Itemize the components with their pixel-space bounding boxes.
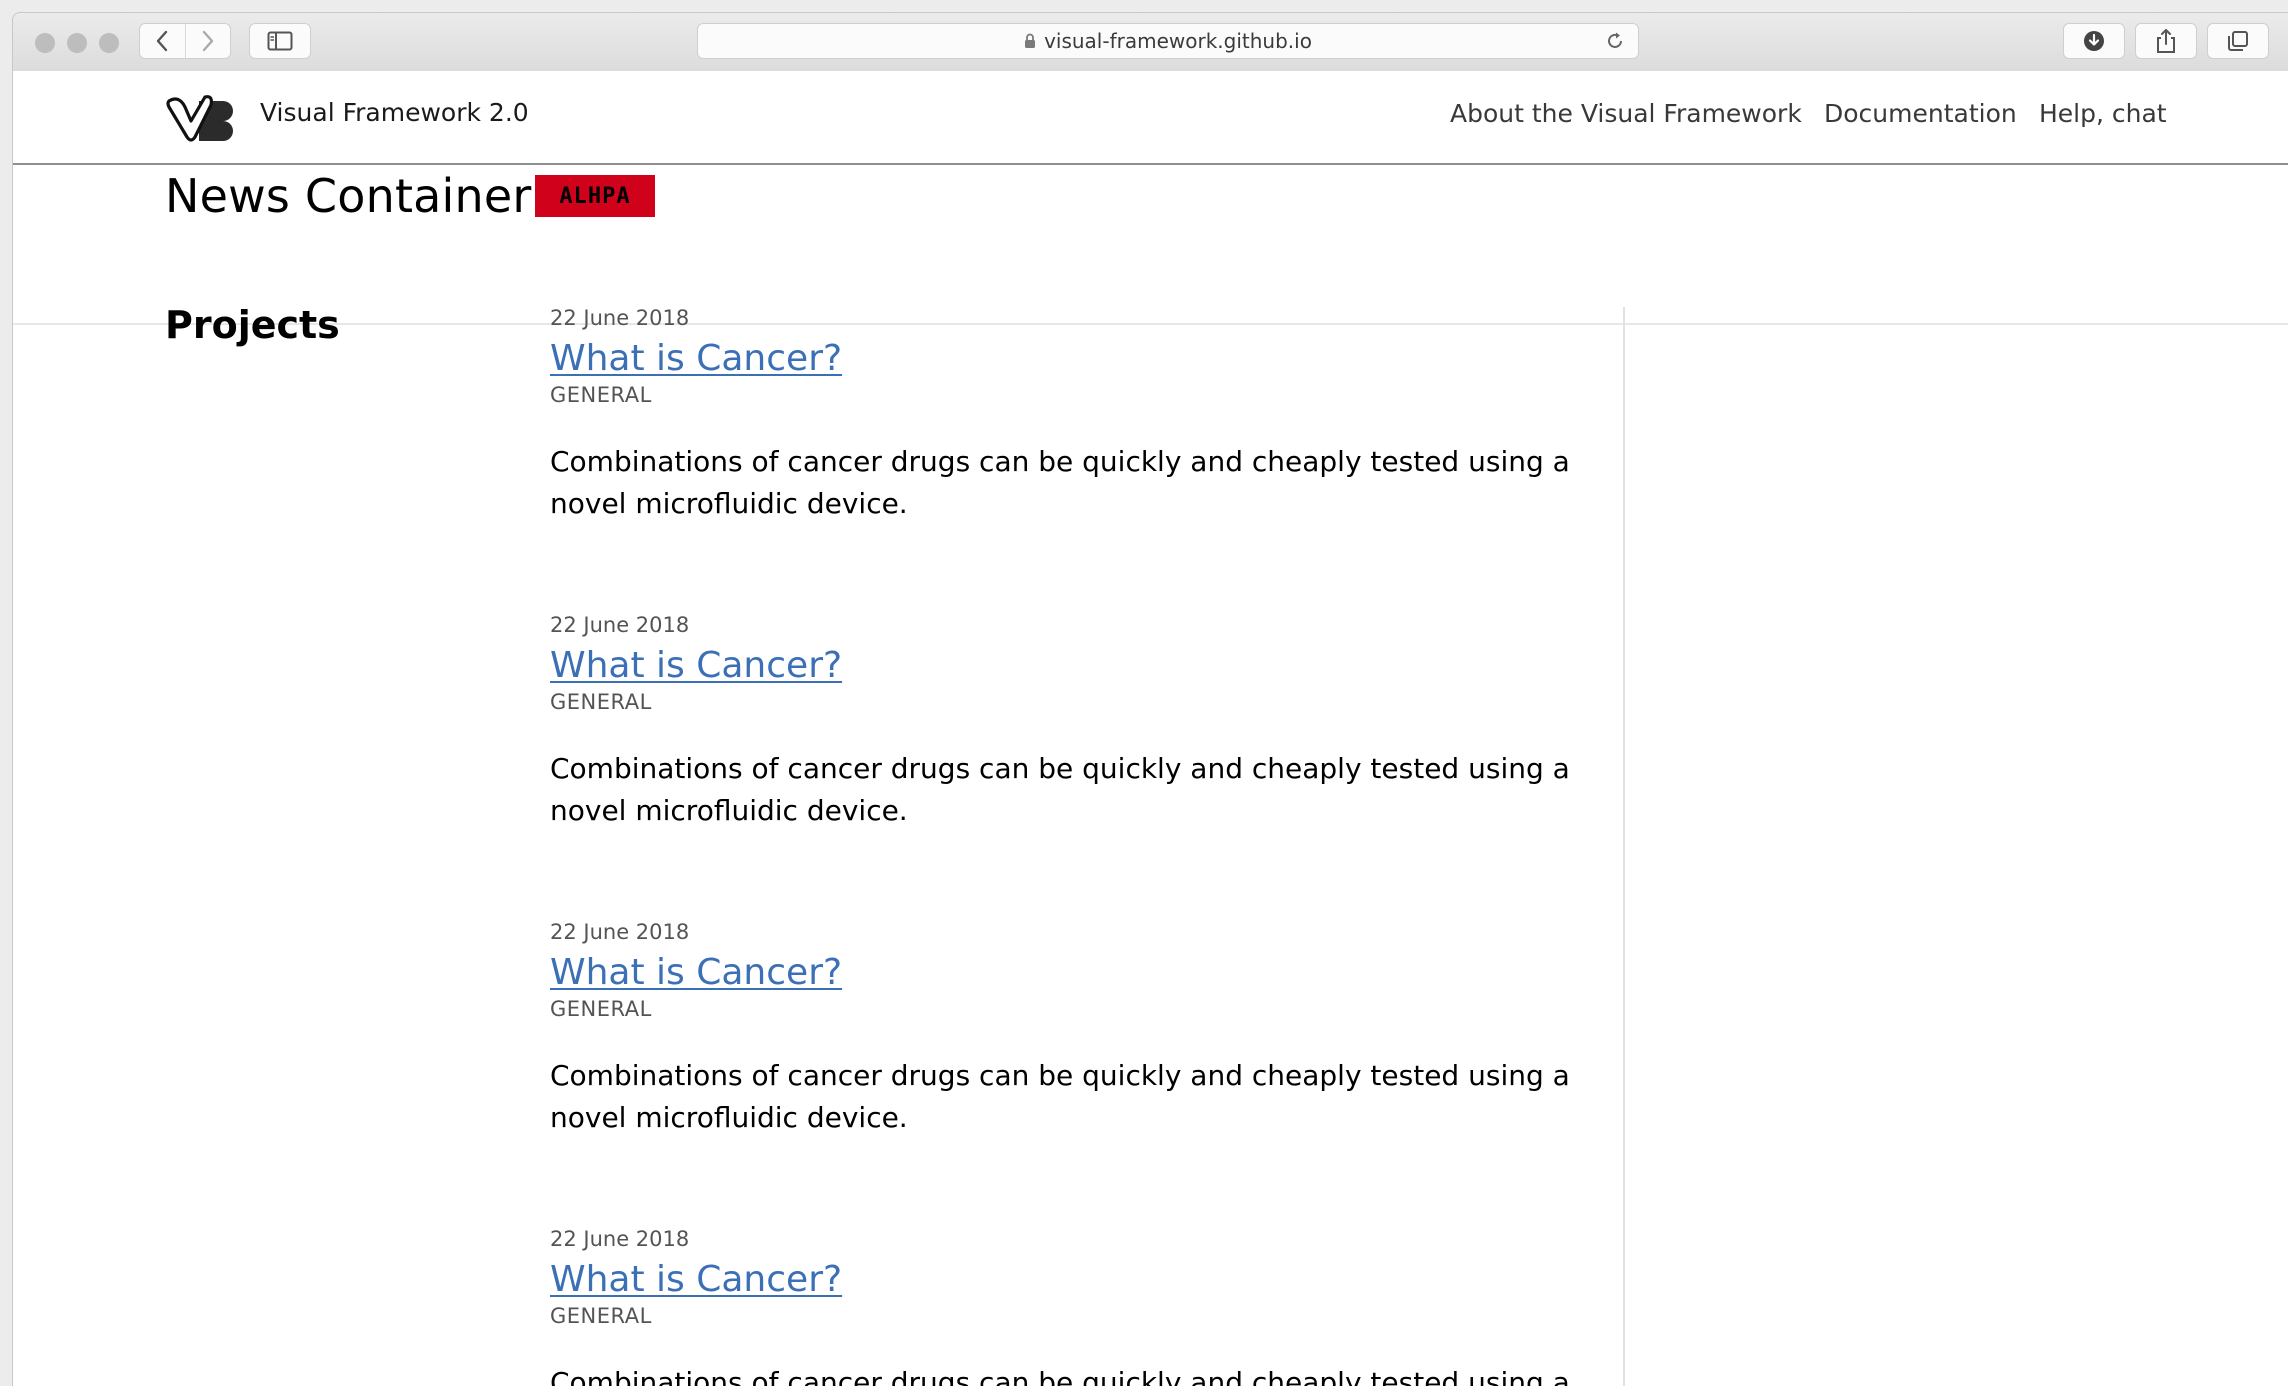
news-category: GENERAL	[550, 383, 652, 407]
news-date: 22 June 2018	[550, 613, 690, 637]
news-date: 22 June 2018	[550, 306, 690, 330]
sidebar-icon	[267, 31, 293, 51]
news-headline-link[interactable]: What is Cancer?	[550, 338, 842, 379]
address-bar[interactable]: visual-framework.github.io	[697, 23, 1639, 59]
news-date: 22 June 2018	[550, 1227, 690, 1251]
news-item: 22 June 2018 What is Cancer? GENERAL Com…	[550, 306, 1610, 525]
news-date: 22 June 2018	[550, 920, 690, 944]
nav-link-about[interactable]: About the Visual Framework	[1450, 99, 1802, 128]
chevron-right-icon	[202, 30, 213, 52]
site-name[interactable]: Visual Framework 2.0	[260, 98, 529, 127]
news-item: 22 June 2018 What is Cancer? GENERAL Com…	[550, 613, 1610, 832]
download-icon	[2084, 31, 2104, 51]
news-summary: Combinations of cancer drugs can be quic…	[550, 752, 1570, 827]
vf-logo-icon[interactable]	[165, 91, 237, 143]
nav-link-help[interactable]: Help, chat	[2039, 99, 2167, 128]
news-summary: Combinations of cancer drugs can be quic…	[550, 1059, 1570, 1134]
share-icon	[2157, 29, 2175, 53]
zoom-window-button[interactable]	[99, 33, 119, 53]
news-headline-link[interactable]: What is Cancer?	[550, 952, 842, 993]
news-summary: Combinations of cancer drugs can be quic…	[550, 445, 1570, 520]
nav-link-documentation[interactable]: Documentation	[1824, 99, 2017, 128]
news-item: 22 June 2018 What is Cancer? GENERAL Com…	[550, 1227, 1610, 1386]
sidebar-toggle-button[interactable]	[249, 23, 311, 59]
news-category: GENERAL	[550, 690, 652, 714]
chevron-left-icon	[157, 30, 168, 52]
page-title: News Container	[165, 169, 532, 223]
news-item: 22 June 2018 What is Cancer? GENERAL Com…	[550, 920, 1610, 1139]
close-window-button[interactable]	[35, 33, 55, 53]
downloads-button[interactable]	[2063, 23, 2125, 59]
news-category: GENERAL	[550, 997, 652, 1021]
share-button[interactable]	[2135, 23, 2197, 59]
status-badge: ALHPA	[535, 175, 655, 217]
url-text: visual-framework.github.io	[1044, 29, 1312, 53]
news-headline-link[interactable]: What is Cancer?	[550, 1259, 842, 1300]
news-category: GENERAL	[550, 1304, 652, 1328]
lock-icon	[1024, 33, 1036, 49]
back-button[interactable]	[140, 24, 186, 58]
news-summary: Combinations of cancer drugs can be quic…	[550, 1366, 1570, 1386]
tabs-icon	[2228, 31, 2248, 51]
site-header: Visual Framework 2.0 About the Visual Fr…	[13, 71, 2288, 165]
tabs-overview-button[interactable]	[2207, 23, 2269, 59]
section-heading: Projects	[165, 303, 340, 347]
forward-button[interactable]	[186, 24, 231, 58]
column-divider	[1623, 307, 1625, 1386]
page-title-band: News Container ALHPA	[13, 165, 2288, 325]
minimize-window-button[interactable]	[67, 33, 87, 53]
news-headline-link[interactable]: What is Cancer?	[550, 645, 842, 686]
reload-icon[interactable]	[1604, 30, 1626, 57]
browser-toolbar: visual-framework.github.io	[12, 12, 2288, 85]
history-nav	[139, 23, 231, 59]
web-page: Visual Framework 2.0 About the Visual Fr…	[12, 71, 2288, 1386]
